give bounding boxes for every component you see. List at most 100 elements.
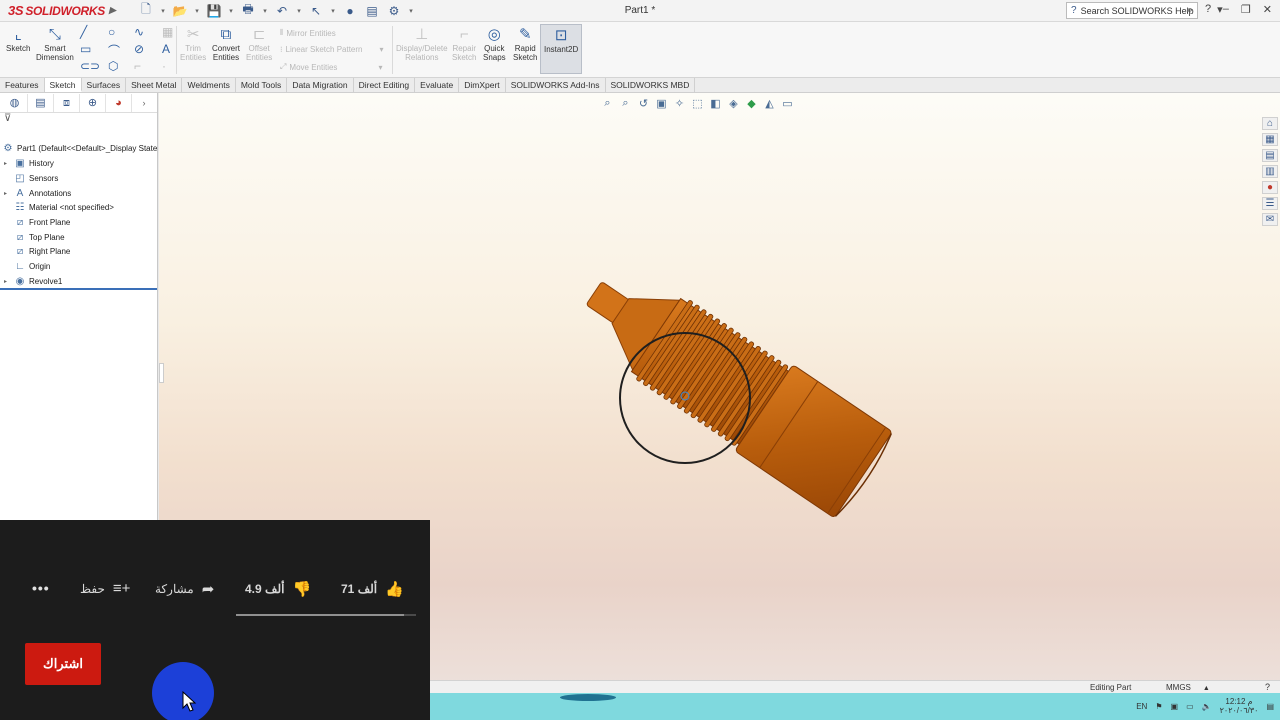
expand-arrow-icon[interactable]: ▸ [4,190,12,197]
chevron-down-icon[interactable]: ▾ [330,7,336,15]
chevron-down-icon[interactable]: ▾ [296,7,302,15]
tree-item-annotations[interactable]: ▸ A Annotations [0,186,71,200]
point-icon[interactable]: · [162,59,166,73]
save-button[interactable]: حفظ ≡+ [80,580,130,597]
mirror-entities-button[interactable]: ⫴ Mirror Entities [280,28,336,38]
chevron-down-icon[interactable]: ▾ [194,7,200,15]
rectangle-icon[interactable]: ▭ [80,42,91,56]
action-center-icon[interactable]: ▤ [1266,702,1274,711]
quick-snaps-button[interactable]: ◎ Quick Snaps [483,26,506,62]
arc-icon[interactable]: ⌒ [108,42,120,59]
tab-mold-tools[interactable]: Mold Tools [236,78,288,92]
volume-icon[interactable]: 🔈 [1202,702,1212,711]
more-actions-button[interactable]: ••• [32,580,50,596]
tree-item-revolve1[interactable]: ▸ ◉ Revolve1 [0,274,62,288]
configuration-manager-icon[interactable]: ⧈ [54,93,80,112]
tab-evaluate[interactable]: Evaluate [415,78,460,92]
close-icon[interactable]: ✕ [1263,3,1272,16]
tray-notification-icon[interactable]: ▣ [1171,702,1179,711]
tab-sheet-metal[interactable]: Sheet Metal [126,78,183,92]
chevron-down-icon[interactable]: ▾ [378,63,382,72]
rapid-sketch-button[interactable]: ✎ Rapid Sketch [513,26,537,62]
chevron-right-icon[interactable]: › [138,94,150,112]
circle-icon[interactable]: ○ [108,25,115,39]
unit-system-selector[interactable]: MMGS ▲ [1166,683,1210,692]
chevron-down-icon[interactable]: ▾ [228,7,234,15]
property-manager-icon[interactable]: ▤ [28,93,54,112]
instant2d-button[interactable]: ⊡ Instant2D [540,24,583,74]
tab-data-migration[interactable]: Data Migration [287,78,354,92]
fillet-icon[interactable]: ⌐ [134,59,141,73]
rollback-bar[interactable] [0,288,157,290]
dimxpert-manager-icon[interactable]: ⊕ [80,93,106,112]
like-button[interactable]: 71 ألف 👍 [341,580,404,598]
feature-manager-tree-icon[interactable]: ◍ [2,93,28,112]
new-document-icon[interactable]: 🗋 [138,0,154,21]
plane-sketch-icon[interactable]: ▦ [162,25,173,39]
move-entities-button[interactable]: ⤢ Move Entities ▾ [280,62,382,72]
tab-features[interactable]: Features [0,78,45,92]
tree-item-history[interactable]: ▸ ▣ History [0,156,54,170]
tab-dimxpert[interactable]: DimXpert [459,78,506,92]
line-icon[interactable]: ╱ [80,25,87,39]
ellipse-icon[interactable]: ⊘ [134,42,144,56]
smart-dimension-button[interactable]: ⤡ Smart Dimension [36,26,74,62]
tree-item-top-plane[interactable]: ⧄ Top Plane [0,230,65,244]
search-icon[interactable]: ⌕ [1187,4,1193,17]
rebuild-icon[interactable]: ● [342,4,358,18]
tray-battery-icon[interactable]: ▭ [1186,702,1194,711]
slot-icon[interactable]: ⊂⊃ [80,59,100,73]
open-folder-icon[interactable]: 📂 [172,4,188,18]
display-manager-icon[interactable]: ◕ [106,93,132,112]
filter-icon[interactable]: ⊽ [0,113,157,126]
solidworks-logo[interactable]: 3S SOLIDWORKS ▶ [0,3,120,18]
tree-root-part1[interactable]: ⚙ Part1 (Default<<Default>_Display State [0,141,158,155]
tab-sketch[interactable]: Sketch [44,78,82,92]
save-icon[interactable]: 💾 [206,4,222,18]
restore-icon[interactable]: ❐ [1241,3,1251,16]
tree-item-origin[interactable]: ∟ Origin [0,259,50,273]
tab-weldments[interactable]: Weldments [182,78,236,92]
offset-entities-button[interactable]: ⊏ Offset Entities [246,26,272,62]
share-button[interactable]: مشاركة ➦ [155,580,214,598]
repair-sketch-button[interactable]: ⌐ Repair Sketch [452,26,476,62]
text-icon[interactable]: A [162,42,170,56]
sketch-button[interactable]: ⌞ Sketch [6,26,30,53]
expand-arrow-icon[interactable]: ▸ [4,278,12,285]
chevron-down-icon[interactable]: ▾ [408,7,414,15]
chevron-down-icon[interactable]: ▾ [262,7,268,15]
tree-item-front-plane[interactable]: ⧄ Front Plane [0,215,71,229]
minimize-icon[interactable]: – [1223,3,1229,16]
help-icon[interactable]: ? [1205,3,1211,16]
dislike-button[interactable]: 4.9 ألف 👎 [245,580,311,598]
chevron-down-icon[interactable]: ▾ [379,45,383,54]
chevron-down-icon[interactable]: ▾ [160,7,166,15]
file-properties-icon[interactable]: ▤ [364,4,380,18]
tree-item-sensors[interactable]: ◰ Sensors [0,171,58,185]
menu-expand-icon[interactable]: ▶ [109,5,116,16]
trim-entities-button[interactable]: ✂ Trim Entities [180,26,206,62]
help-icon[interactable]: ? [1265,682,1270,692]
subscribe-button[interactable]: اشتراك [25,643,101,685]
display-delete-relations-button[interactable]: ⊥ Display/Delete Relations [396,26,448,62]
polygon-icon[interactable]: ⬡ [108,59,118,73]
print-icon[interactable]: 🖶 [240,0,256,21]
tab-direct-editing[interactable]: Direct Editing [354,78,416,92]
spline-icon[interactable]: ∿ [134,25,144,39]
options-gear-icon[interactable]: ⚙ [386,4,402,18]
tab-solidworks-add-ins[interactable]: SOLIDWORKS Add-Ins [506,78,606,92]
tab-surfaces[interactable]: Surfaces [82,78,127,92]
tray-flag-icon[interactable]: ⚑ [1155,702,1162,711]
linear-pattern-button[interactable]: ⁝ Linear Sketch Pattern ▾ [280,45,384,54]
tree-item-material[interactable]: ☷ Material <not specified> [0,200,114,214]
undo-icon[interactable]: ↶ [274,4,290,18]
expand-arrow-icon[interactable]: ▸ [4,160,12,167]
smart-dimension-icon: ⤡ [48,26,61,43]
tree-item-right-plane[interactable]: ⧄ Right Plane [0,244,71,258]
tab-solidworks-mbd[interactable]: SOLIDWORKS MBD [606,78,696,92]
search-help-input[interactable]: ? Search SOLIDWORKS Help ⌕ [1066,2,1198,19]
select-pointer-icon[interactable]: ↖ [308,4,324,18]
convert-entities-button[interactable]: ⧉ Convert Entities [212,26,240,62]
clock[interactable]: 12:12 م ٢٠٢٠/٠٦/٣٠ [1220,697,1259,715]
language-indicator[interactable]: EN [1136,702,1147,711]
